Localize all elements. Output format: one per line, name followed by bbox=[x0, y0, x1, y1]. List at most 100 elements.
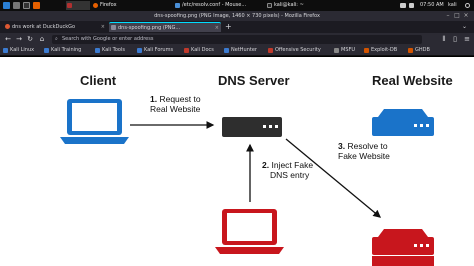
bookmark-label: GHDB bbox=[415, 47, 430, 53]
image-viewer: Client DNS Server Real Website 1. Reques… bbox=[0, 57, 474, 266]
taskbar-item-firefox[interactable]: Firefox bbox=[92, 1, 170, 10]
tab-duckduckgo[interactable]: dns work at DuckDuckGo × bbox=[3, 22, 107, 32]
firefox-icon bbox=[93, 3, 98, 8]
step-3-text-line2: Fake Website bbox=[338, 151, 390, 161]
volume-icon[interactable] bbox=[409, 3, 414, 8]
kali-icon bbox=[95, 48, 100, 53]
bookmark-label: Kali Forums bbox=[144, 47, 174, 53]
fake-website-server-icon bbox=[372, 229, 434, 266]
kali-icon bbox=[44, 48, 49, 53]
step-2-text-line1: Inject Fake bbox=[271, 160, 314, 170]
bookmark-kali-tools[interactable]: Kali Tools bbox=[95, 46, 125, 55]
offsec-icon bbox=[268, 48, 273, 53]
close-tab-icon[interactable]: × bbox=[101, 22, 105, 32]
user-menu[interactable]: kali bbox=[448, 1, 457, 10]
terminal-icon bbox=[267, 3, 272, 8]
bookmark-kali-docs[interactable]: Kali Docs bbox=[184, 46, 214, 55]
kali-menu-icon[interactable] bbox=[3, 2, 10, 9]
close-icon[interactable]: × bbox=[463, 13, 469, 19]
app-icon bbox=[67, 3, 72, 8]
url-bar[interactable]: ⌕ Search with Google or enter address bbox=[52, 35, 422, 44]
step-3-text-line1: Resolve to bbox=[347, 141, 388, 151]
window-title: dns-spoofing.png (PNG Image, 1460 × 730 … bbox=[154, 13, 320, 19]
exploit-db-icon bbox=[364, 48, 369, 53]
terminal-icon[interactable] bbox=[23, 2, 30, 9]
bookmarks-toolbar: Kali Linux Kali Training Kali Tools Kali… bbox=[0, 45, 474, 56]
sidebar-icon[interactable]: ▯ bbox=[451, 35, 459, 43]
clock[interactable]: 07:50 AM bbox=[420, 1, 444, 10]
power-icon[interactable] bbox=[465, 3, 470, 8]
attacker-laptop-icon bbox=[215, 209, 284, 254]
tab-label: dns work at DuckDuckGo bbox=[12, 24, 76, 30]
bookmark-ghdb[interactable]: GHDB bbox=[408, 46, 430, 55]
bookmark-label: Kali Docs bbox=[191, 47, 214, 53]
tab-strip: dns work at DuckDuckGo × dns-spoofing.pn… bbox=[0, 21, 474, 33]
files-icon[interactable] bbox=[13, 2, 20, 9]
heading-dns-server: DNS Server bbox=[218, 73, 290, 88]
home-icon[interactable]: ⌂ bbox=[38, 35, 46, 43]
editor-icon bbox=[175, 3, 180, 8]
bookmark-label: Exploit-DB bbox=[371, 47, 398, 53]
taskbar-item-blank[interactable] bbox=[66, 1, 90, 10]
window-title-bar: dns-spoofing.png (PNG Image, 1460 × 730 … bbox=[0, 11, 474, 21]
top-panel: Firefox /etc/resolv.conf - Mouse... kali… bbox=[0, 0, 474, 11]
tab-list-chevron-icon[interactable]: ⌄ bbox=[462, 22, 467, 32]
step-2-number: 2. bbox=[262, 160, 270, 170]
step-2-label: 2. Inject Fake DNS entry bbox=[262, 160, 313, 180]
real-website-server-icon bbox=[372, 109, 434, 136]
bookmark-offensive-security[interactable]: Offensive Security bbox=[268, 46, 321, 55]
taskbar-label: /etc/resolv.conf - Mouse... bbox=[182, 2, 247, 8]
taskbar-label: Firefox bbox=[100, 2, 117, 8]
ghdb-icon bbox=[408, 48, 413, 53]
bookmark-label: Offensive Security bbox=[275, 47, 321, 53]
new-tab-button[interactable]: + bbox=[225, 22, 232, 32]
menu-icon[interactable]: ≡ bbox=[463, 35, 471, 43]
bookmark-nethunter[interactable]: NetHunter bbox=[224, 46, 257, 55]
bookmark-label: Kali Linux bbox=[10, 47, 35, 53]
browser-icon[interactable] bbox=[33, 2, 40, 9]
bookmark-label: Kali Tools bbox=[102, 47, 125, 53]
maximize-icon[interactable]: □ bbox=[454, 13, 460, 19]
kali-docs-icon bbox=[184, 48, 189, 53]
bookmark-label: MSFU bbox=[341, 47, 356, 53]
image-icon bbox=[111, 25, 116, 30]
tab-label: dns-spoofing.png (PNG... bbox=[118, 25, 181, 31]
kali-icon bbox=[224, 48, 229, 53]
step-1-text-line1: Request to bbox=[159, 94, 201, 104]
forward-button[interactable]: → bbox=[15, 35, 23, 43]
step-2-text-line2: DNS entry bbox=[270, 170, 310, 180]
bookmark-label: NetHunter bbox=[231, 47, 257, 53]
dns-server-icon bbox=[222, 117, 282, 137]
duckduckgo-icon bbox=[5, 24, 10, 29]
bookmark-kali-training[interactable]: Kali Training bbox=[44, 46, 81, 55]
msfu-icon bbox=[334, 48, 339, 53]
step-3-number: 3. bbox=[338, 141, 346, 151]
bookmark-kali-linux[interactable]: Kali Linux bbox=[3, 46, 34, 55]
library-icon[interactable]: ⫴ bbox=[440, 35, 448, 43]
kali-icon bbox=[137, 48, 142, 53]
taskbar-item-editor[interactable]: /etc/resolv.conf - Mouse... bbox=[174, 1, 262, 10]
taskbar-label: kali@kali: ~ bbox=[274, 2, 304, 8]
step-1-number: 1. bbox=[150, 94, 158, 104]
close-tab-icon[interactable]: × bbox=[215, 23, 219, 32]
reload-button[interactable]: ↻ bbox=[26, 35, 34, 43]
network-icon[interactable] bbox=[400, 3, 406, 8]
tab-dns-spoofing[interactable]: dns-spoofing.png (PNG... × bbox=[109, 22, 221, 32]
bookmark-label: Kali Training bbox=[51, 47, 82, 53]
step-1-text-line2: Real Website bbox=[150, 104, 201, 114]
taskbar-item-terminal[interactable]: kali@kali: ~ bbox=[266, 1, 326, 10]
back-button[interactable]: ← bbox=[4, 35, 12, 43]
bookmark-exploit-db[interactable]: Exploit-DB bbox=[364, 46, 397, 55]
client-laptop-icon bbox=[60, 99, 129, 144]
search-icon: ⌕ bbox=[55, 36, 58, 42]
heading-real-website: Real Website bbox=[372, 73, 453, 88]
step-3-label: 3. Resolve to Fake Website bbox=[338, 141, 390, 161]
step-1-label: 1. Request to Real Website bbox=[150, 94, 201, 114]
bookmark-msfu[interactable]: MSFU bbox=[334, 46, 355, 55]
dns-spoofing-diagram bbox=[60, 99, 434, 266]
bookmark-kali-forums[interactable]: Kali Forums bbox=[137, 46, 173, 55]
minimize-icon[interactable]: – bbox=[445, 13, 451, 19]
kali-icon bbox=[3, 48, 8, 53]
navigation-bar: ← → ↻ ⌂ ⌕ Search with Google or enter ad… bbox=[0, 33, 474, 45]
url-placeholder: Search with Google or enter address bbox=[62, 36, 154, 42]
